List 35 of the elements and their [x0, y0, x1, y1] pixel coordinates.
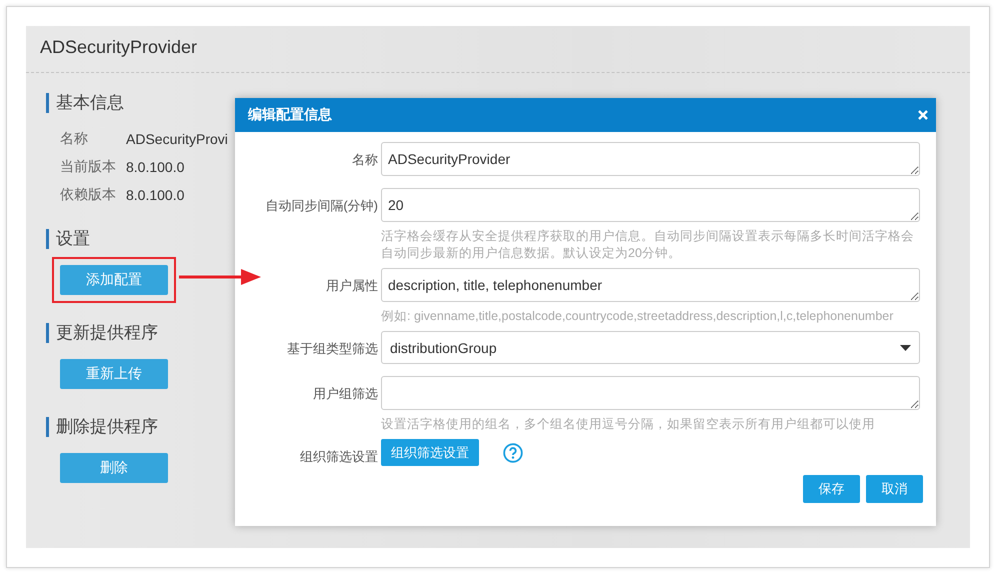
page-title: ADSecurityProvider	[39, 36, 198, 59]
input-field[interactable]	[381, 376, 920, 410]
info-value: 8.0.100.0	[126, 159, 184, 175]
dropdown[interactable]: distributionGroup	[381, 331, 920, 364]
dialog-title: 编辑配置信息	[248, 106, 332, 124]
section-heading: 删除提供程序	[56, 416, 158, 438]
action-button[interactable]: 删除	[60, 453, 168, 483]
section-heading: 设置	[56, 228, 90, 250]
org-filter-button[interactable]: 组织筛选设置	[381, 439, 479, 466]
hint-text: 活字格会缓存从安全提供程序获取的用户信息。自动同步间隔设置表示每隔多长时间活字格会自动同步最新的用户信息数据。默认设定为20分钟。	[381, 228, 915, 262]
field-label: 自动同步间隔(分钟)	[264, 197, 378, 215]
action-button[interactable]: 重新上传	[60, 359, 168, 389]
info-label: 名称	[60, 130, 89, 148]
info-label: 当前版本	[60, 158, 117, 176]
dialog-button[interactable]: 取消	[866, 475, 923, 503]
field-label: 用户属性	[325, 277, 378, 295]
section-heading: 更新提供程序	[56, 322, 158, 344]
input-field[interactable]: description, title, telephonenumber	[381, 268, 920, 302]
field-label: 组织筛选设置	[299, 448, 378, 466]
info-value: ADSecurityProvi	[126, 131, 228, 147]
dialog-button[interactable]: 保存	[803, 475, 860, 503]
hint-text: 例如: givenname,title,postalcode,countrycode,streetaddress,description,l,c,telephonenumber	[381, 308, 894, 325]
field-label: 用户组筛选	[312, 385, 378, 403]
input-field[interactable]: 20	[381, 188, 920, 222]
field-label: 基于组类型筛选	[286, 340, 378, 358]
action-button[interactable]: 添加配置	[60, 265, 168, 295]
section-heading: 基本信息	[56, 92, 124, 114]
field-label: 名称	[351, 151, 378, 169]
close-icon[interactable]	[918, 110, 928, 120]
help-icon[interactable]	[503, 442, 523, 462]
input-field[interactable]: ADSecurityProvider	[381, 142, 920, 176]
info-label: 依赖版本	[60, 186, 117, 204]
info-value: 8.0.100.0	[126, 187, 184, 203]
caret-icon	[900, 344, 911, 350]
hint-text: 设置活字格使用的组名，多个组名使用逗号分隔，如果留空表示所有用户组都可以使用	[381, 416, 876, 433]
